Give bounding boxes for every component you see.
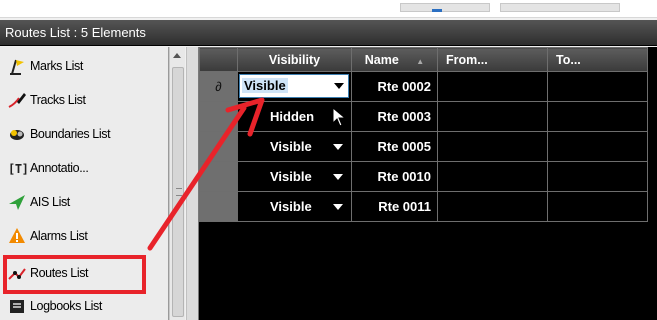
mouse-cursor-icon <box>332 106 347 130</box>
table-header-row: Visibility Name ▲ From... To... <box>199 47 648 72</box>
sidebar-item-alarms[interactable]: Alarms List <box>0 219 169 252</box>
visibility-value: Visible <box>270 199 312 214</box>
from-cell[interactable] <box>437 191 548 222</box>
visibility-value: Hidden <box>270 109 315 124</box>
visibility-dropdown[interactable]: Visible <box>239 74 349 98</box>
scrollbar-thumb[interactable] <box>172 67 184 317</box>
toolbar-indicator <box>432 9 442 12</box>
routes-list-highlight-box <box>3 255 146 294</box>
table-row[interactable]: Visible Rte 0010 <box>199 161 648 192</box>
to-cell[interactable] <box>547 161 648 192</box>
chevron-down-icon[interactable] <box>333 144 343 150</box>
visibility-cell[interactable]: Visible <box>237 131 352 162</box>
column-label: From... <box>446 52 488 67</box>
scroll-up-arrow-icon[interactable] <box>173 53 181 58</box>
name-cell[interactable]: Rte 0005 <box>351 131 438 162</box>
logbook-icon <box>6 296 28 316</box>
column-header-visibility[interactable]: Visibility <box>237 47 352 72</box>
toolbar-field[interactable] <box>500 3 620 12</box>
visibility-cell[interactable]: Hidden <box>237 101 352 132</box>
svg-text:[T]: [T] <box>8 162 27 176</box>
column-header-from[interactable]: From... <box>437 47 548 72</box>
table-row[interactable]: Visible Rte 0011 <box>199 191 648 222</box>
sidebar-item-label: AIS List <box>30 194 70 209</box>
name-cell[interactable]: Rte 0003 <box>351 101 438 132</box>
to-cell[interactable] <box>547 71 648 102</box>
row-header[interactable] <box>199 191 238 222</box>
visibility-value: Visible <box>270 139 312 154</box>
name-cell[interactable]: Rte 0010 <box>351 161 438 192</box>
flag-icon <box>6 56 28 76</box>
sidebar-scrollbar[interactable] <box>169 47 185 320</box>
from-cell[interactable] <box>437 161 548 192</box>
to-cell[interactable] <box>547 131 648 162</box>
sidebar-item-label: Logbooks List <box>30 298 102 313</box>
toolbar-field[interactable] <box>400 3 490 12</box>
routes-table: Visibility Name ▲ From... To... ∂ Visibl… <box>199 47 648 222</box>
sidebar-item-label: Annotatio... <box>30 160 89 175</box>
row-header[interactable] <box>199 161 238 192</box>
sidebar-item-boundaries[interactable]: Boundaries List <box>0 117 169 150</box>
sidebar-item-annotations[interactable]: [T] Annotatio... <box>0 151 169 184</box>
ais-arrow-icon <box>6 192 28 212</box>
to-cell[interactable] <box>547 101 648 132</box>
edit-pencil-icon: ∂ <box>215 79 222 94</box>
column-header-to[interactable]: To... <box>547 47 648 72</box>
routes-grid: Visibility Name ▲ From... To... ∂ Visibl… <box>199 47 657 320</box>
sidebar-item-label: Alarms List <box>30 228 88 243</box>
pen-track-icon <box>6 90 28 110</box>
row-header-corner <box>199 47 238 72</box>
sidebar-item-ais[interactable]: AIS List <box>0 185 169 218</box>
row-header[interactable]: ∂ <box>199 71 238 102</box>
window-title: Routes List : 5 Elements <box>0 20 657 46</box>
sidebar-item-label: Tracks List <box>30 92 86 107</box>
sidebar-item-marks[interactable]: Marks List <box>0 49 169 82</box>
visibility-cell[interactable]: Visible <box>237 161 352 192</box>
cloud-boundary-icon <box>6 124 28 144</box>
table-row[interactable]: ∂ Visible Rte 0002 <box>199 71 648 102</box>
column-header-name[interactable]: Name ▲ <box>351 47 438 72</box>
column-label: To... <box>556 52 581 67</box>
name-cell[interactable]: Rte 0002 <box>351 71 438 102</box>
sidebar-item-label: Marks List <box>30 58 83 73</box>
sidebar-item-tracks[interactable]: Tracks List <box>0 83 169 116</box>
visibility-value: Visible <box>270 169 312 184</box>
visibility-cell[interactable]: Visible <box>237 191 352 222</box>
from-cell[interactable] <box>437 101 548 132</box>
text-annotation-icon: [T] <box>6 158 28 178</box>
warning-icon <box>6 226 28 246</box>
sort-ascending-icon: ▲ <box>416 56 425 66</box>
top-toolbar-strip <box>0 0 657 18</box>
to-cell[interactable] <box>547 191 648 222</box>
table-row[interactable]: Visible Rte 0005 <box>199 131 648 162</box>
visibility-cell[interactable]: Visible <box>237 71 352 102</box>
row-header[interactable] <box>199 101 238 132</box>
chevron-down-icon[interactable] <box>330 75 348 97</box>
column-label: Visibility <box>268 52 321 67</box>
grip-icon <box>176 188 182 196</box>
panel-splitter[interactable] <box>186 47 199 320</box>
chevron-down-icon[interactable] <box>333 174 343 180</box>
visibility-selected-value: Visible <box>242 78 288 93</box>
from-cell[interactable] <box>437 71 548 102</box>
column-label: Name <box>364 52 399 67</box>
table-row[interactable]: Hidden Rte 0003 <box>199 101 648 132</box>
sidebar-item-label: Boundaries List <box>30 126 111 141</box>
chevron-down-icon[interactable] <box>333 204 343 210</box>
from-cell[interactable] <box>437 131 548 162</box>
row-header[interactable] <box>199 131 238 162</box>
name-cell[interactable]: Rte 0011 <box>351 191 438 222</box>
